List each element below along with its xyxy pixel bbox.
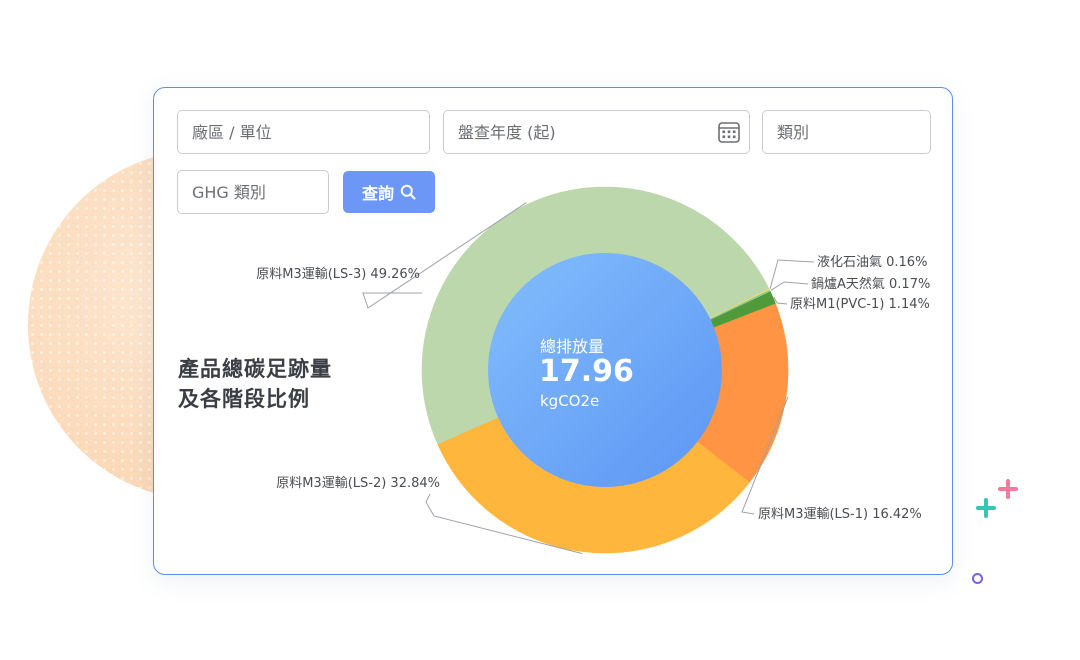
decorative-purple-ring [972, 573, 983, 584]
decorative-teal-plus [976, 498, 996, 518]
stage: 查詢 產品總碳足跡量 及各階段比例 總排放量 17.96 [0, 0, 1080, 660]
emissions-donut-chart: 總排放量 17.96 kgCO2e 液化石油氣 0.16% 鍋爐A天然氣 0.17… [256, 186, 930, 555]
slice-label-4: 原料M3運輸(LS-2) 32.84% [276, 476, 440, 491]
slice-label-0: 液化石油氣 0.16% [817, 255, 927, 270]
slice-label-3: 原料M3運輸(LS-1) 16.42% [758, 507, 922, 522]
donut-center: 總排放量 17.96 kgCO2e [488, 253, 722, 487]
leader-line-1 [770, 281, 809, 291]
carbon-footprint-card: 查詢 產品總碳足跡量 及各階段比例 總排放量 17.96 [153, 87, 953, 575]
slice-label-2: 原料M1(PVC-1) 1.14% [790, 297, 930, 312]
center-total-value: 17.96 [539, 354, 634, 389]
leader-line-2 [773, 297, 788, 305]
decorative-pink-plus [998, 479, 1018, 499]
slice-label-1: 鍋爐A天然氣 0.17% [811, 276, 930, 292]
center-total-unit: kgCO2e [540, 392, 599, 410]
slice-label-5: 原料M3運輸(LS-3) 49.26% [256, 267, 420, 282]
